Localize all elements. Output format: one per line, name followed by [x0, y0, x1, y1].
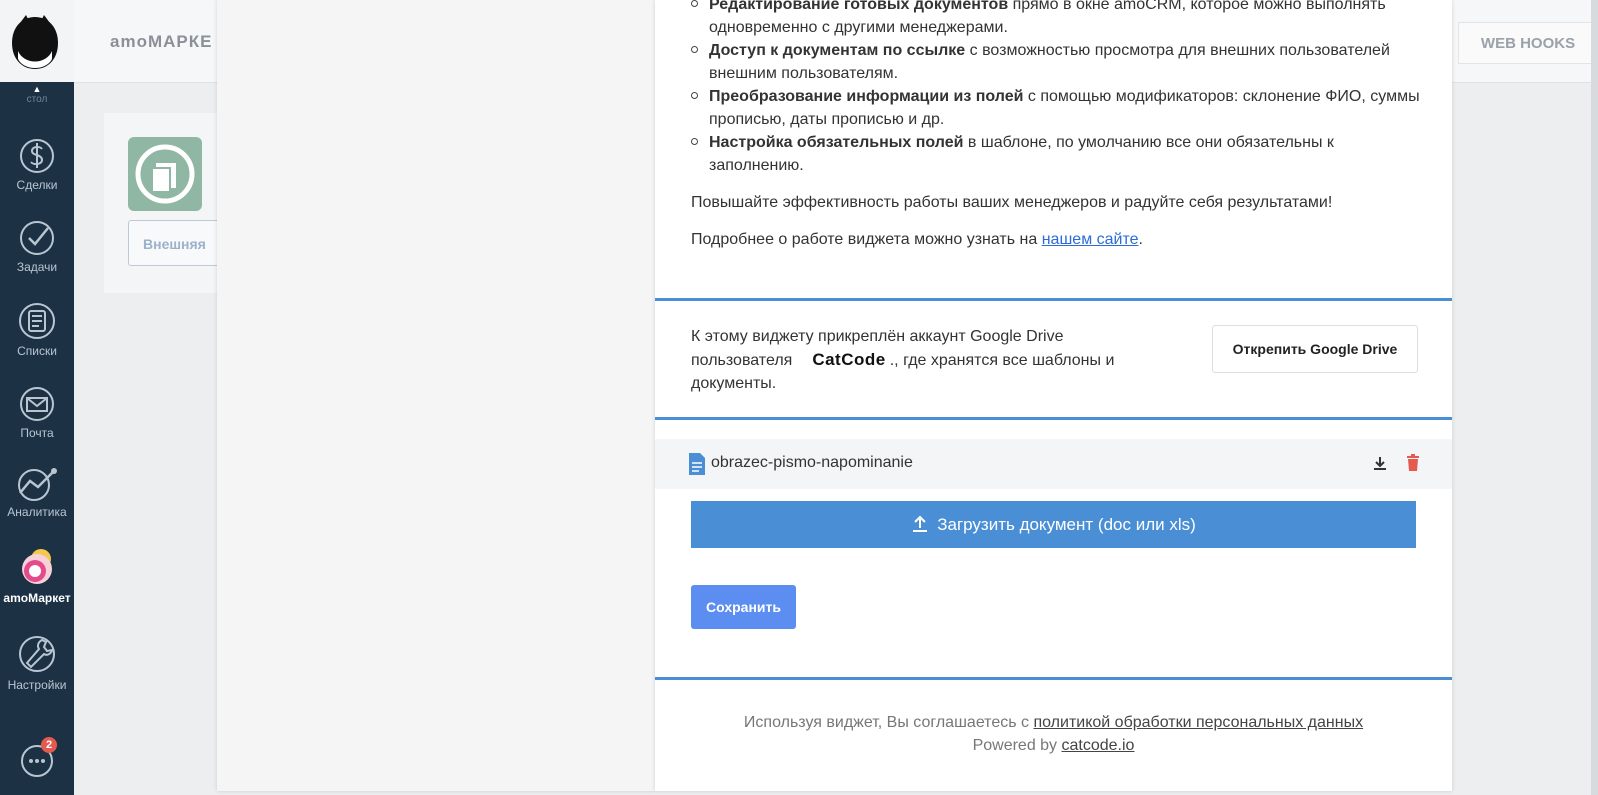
section-divider: [655, 298, 1452, 301]
feature-item: Доступ к документам по ссылке с возможно…: [691, 39, 1421, 85]
feature-item: Настройка обязательных полей в шаблоне, …: [691, 131, 1421, 177]
catcode-link[interactable]: catcode.io: [1062, 737, 1135, 754]
chevron-up-icon: ▲: [32, 84, 42, 94]
section-divider: [655, 417, 1452, 420]
footer: Используя виджет, Вы соглашаетесь с поли…: [743, 714, 1364, 754]
feature-item: Редактирование готовых документов прямо …: [691, 0, 1421, 39]
our-site-link[interactable]: нашем сайте: [1042, 231, 1139, 248]
save-button[interactable]: Сохранить: [691, 585, 796, 629]
web-hooks-tab[interactable]: WEB HOOKS: [1458, 22, 1598, 64]
upload-document-button[interactable]: Загрузить документ (doc или xls): [691, 501, 1416, 548]
check-icon: [20, 221, 54, 255]
wrench-icon: [19, 636, 55, 672]
sidebar-item-tasks[interactable]: Задачи: [0, 220, 74, 274]
file-name[interactable]: obrazec-pismo-napominanie: [711, 454, 913, 472]
document-icon: [689, 453, 705, 475]
sidebar-item-amomarket[interactable]: amoМаркет: [0, 547, 74, 605]
more-info-text: Подробнее о работе виджета можно узнать …: [691, 231, 1143, 248]
account-user: CatCode: [812, 350, 886, 369]
sidebar-item-desktop[interactable]: ▲ стол: [0, 82, 74, 116]
feature-list: Редактирование готовых документов прямо …: [691, 0, 1421, 177]
market-icon: [22, 549, 52, 584]
file-row: obrazec-pismo-napominanie: [655, 439, 1452, 489]
section-divider: [655, 677, 1452, 680]
sidebar-item-chat[interactable]: [0, 742, 74, 784]
trash-icon[interactable]: [1406, 454, 1420, 472]
modal-left-pane: [217, 0, 655, 791]
sidebar-item-lists[interactable]: Списки: [0, 302, 74, 358]
sidebar-item-settings[interactable]: Настройки: [0, 634, 74, 692]
feature-item: Преобразование информации из полей с пом…: [691, 85, 1421, 131]
sidebar-item-mail[interactable]: Почта: [0, 386, 74, 440]
page-title: amoМАРКЕ: [110, 32, 213, 51]
sidebar-item-deals[interactable]: Сделки: [0, 134, 74, 192]
download-icon[interactable]: [1372, 456, 1388, 472]
efficiency-text: Повышайте эффективность работы ваших мен…: [691, 194, 1333, 211]
chat-badge: 2: [41, 737, 57, 753]
modal-right-pane: Редактирование готовых документов прямо …: [655, 0, 1452, 791]
dollar-icon: [20, 139, 54, 173]
sidebar-item-analytics[interactable]: Аналитика: [0, 465, 74, 519]
logo-area: [0, 0, 74, 82]
logo-cat-icon[interactable]: [6, 13, 64, 71]
unpin-google-drive-button[interactable]: Открепить Google Drive: [1212, 325, 1418, 373]
mail-icon: [20, 387, 54, 421]
account-info: К этому виджету прикреплён аккаунт Googl…: [691, 328, 1115, 392]
upload-icon: [913, 515, 928, 532]
analytics-icon: [18, 468, 57, 501]
page-scrollbar[interactable]: [1591, 0, 1598, 795]
widget-logo: [128, 137, 202, 211]
list-icon: [19, 303, 55, 339]
feature-list-area: Редактирование готовых документов прямо …: [691, 0, 1421, 177]
privacy-policy-link[interactable]: политикой обработки персональных данных: [1033, 714, 1363, 731]
